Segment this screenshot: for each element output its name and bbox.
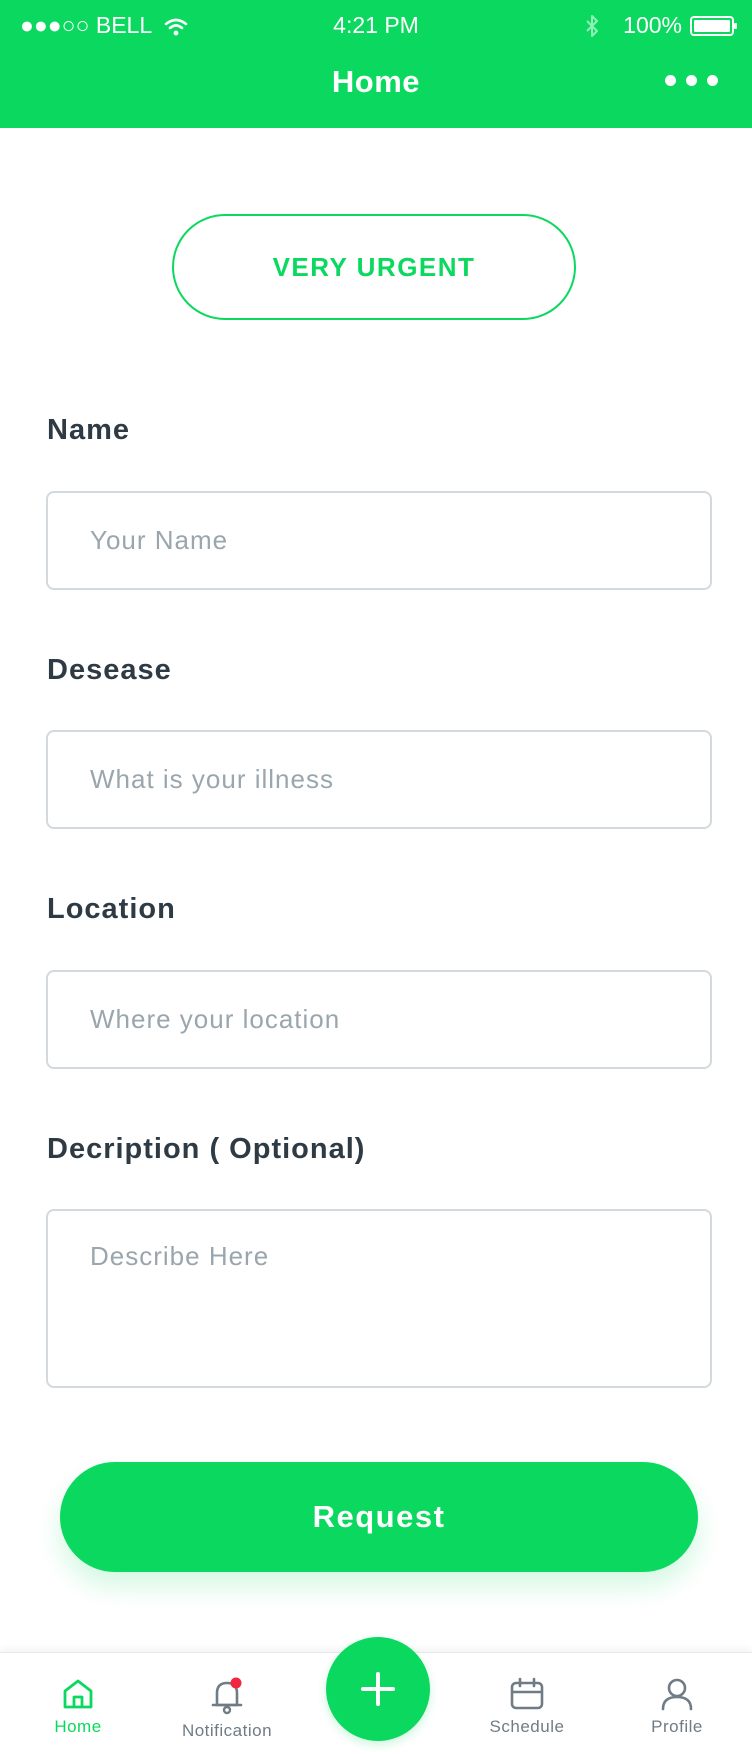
disease-input[interactable] bbox=[46, 730, 712, 829]
plus-icon bbox=[361, 1672, 395, 1706]
battery-percent: 100% bbox=[623, 12, 682, 38]
disease-label: Desease bbox=[47, 654, 172, 686]
urgency-button[interactable]: VERY URGENT bbox=[172, 214, 576, 320]
calendar-icon bbox=[510, 1677, 544, 1710]
user-icon bbox=[661, 1678, 693, 1711]
battery-icon bbox=[690, 15, 737, 36]
location-label: Location bbox=[47, 893, 176, 925]
tab-schedule-label: Schedule bbox=[489, 1717, 565, 1736]
location-input[interactable] bbox=[46, 970, 712, 1069]
add-button[interactable] bbox=[326, 1637, 430, 1741]
battery-status: 100% bbox=[585, 12, 738, 39]
more-options-icon[interactable] bbox=[665, 75, 718, 86]
name-input[interactable] bbox=[46, 491, 712, 590]
tab-schedule[interactable]: Schedule bbox=[457, 1653, 597, 1754]
notification-badge bbox=[230, 1677, 242, 1689]
page-title: Home bbox=[331, 64, 421, 99]
tab-notification-label: Notification bbox=[181, 1721, 273, 1740]
description-label: Decription ( Optional) bbox=[47, 1133, 366, 1165]
tab-profile[interactable]: Profile bbox=[607, 1653, 747, 1754]
home-icon bbox=[63, 1679, 93, 1709]
app-header: ●●●○○ BELL 4:21 PM 100% Home bbox=[0, 0, 752, 128]
tab-home[interactable]: Home bbox=[8, 1653, 148, 1754]
tab-profile-label: Profile bbox=[651, 1717, 703, 1736]
tab-home-label: Home bbox=[54, 1717, 102, 1736]
request-button[interactable]: Request bbox=[60, 1462, 698, 1572]
name-label: Name bbox=[47, 414, 130, 446]
bell-icon bbox=[211, 1677, 243, 1715]
tab-notification[interactable]: Notification bbox=[157, 1653, 297, 1754]
description-textarea[interactable] bbox=[46, 1209, 712, 1388]
bluetooth-icon bbox=[586, 14, 599, 37]
